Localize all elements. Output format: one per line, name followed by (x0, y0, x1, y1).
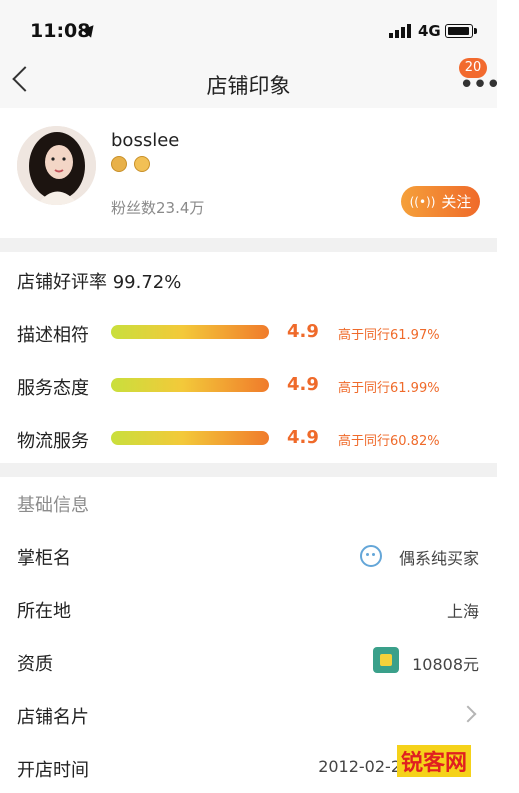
section-divider (0, 463, 497, 477)
battery-tip (474, 28, 477, 34)
watermark-logo: 锐客网 (397, 745, 472, 777)
shop-card-label[interactable]: 店铺名片 (17, 703, 89, 729)
owner-value[interactable]: 偶系纯买家 (399, 545, 479, 569)
rating-score: 4.9 (287, 321, 319, 342)
deposit-bag-icon (373, 647, 399, 673)
owner-label: 掌柜名 (17, 548, 71, 569)
rating-label: 描述相符 (17, 325, 89, 346)
crown-icon (134, 156, 150, 172)
page-edge (497, 0, 519, 793)
more-dots-icon[interactable]: ••• (459, 72, 497, 98)
chevron-right-icon[interactable] (459, 705, 477, 723)
owner-chat-icon[interactable] (360, 545, 382, 567)
nav-bar: 店铺印象 ••• 20 (0, 58, 497, 108)
open-time-value: 2012-02-2 (318, 757, 401, 776)
signal-icon (389, 24, 411, 38)
rating-bar (111, 431, 269, 445)
status-time: 11:08 (30, 20, 91, 42)
battery-icon (445, 24, 473, 38)
qualification-value[interactable]: 10808元 (412, 651, 479, 675)
avatar[interactable] (17, 126, 96, 205)
award-medal-icon (111, 156, 127, 172)
username: bosslee (111, 130, 180, 151)
medal-list (111, 156, 150, 172)
rating-bar (111, 325, 269, 339)
rating-label: 服务态度 (17, 378, 89, 399)
broadcast-icon: ((•)) (409, 194, 436, 209)
location-label: 所在地 (17, 601, 71, 622)
status-bar: 11:08 4G (0, 0, 497, 58)
open-time-label: 开店时间 (17, 760, 89, 781)
follow-label: 关注 (441, 193, 472, 211)
good-rate: 店铺好评率 99.72% (17, 272, 182, 293)
network-type: 4G (418, 22, 441, 40)
rating-bar (111, 378, 269, 392)
rating-score: 4.9 (287, 374, 319, 395)
rating-compare: 高于同行61.97% (338, 328, 440, 343)
rating-compare: 高于同行60.82% (338, 434, 440, 449)
page-title: 店铺印象 (206, 74, 291, 98)
shop-impression-screen: 11:08 4G 店铺印象 ••• 20 bosslee 粉丝数23.4万 ((… (0, 0, 497, 793)
rating-compare: 高于同行61.99% (338, 381, 440, 396)
fans-count: 粉丝数23.4万 (111, 199, 205, 217)
basic-info-title: 基础信息 (17, 495, 89, 516)
rating-label: 物流服务 (17, 431, 89, 452)
notification-badge: 20 (459, 58, 487, 78)
section-divider (0, 238, 497, 252)
qualification-label: 资质 (17, 654, 53, 675)
follow-button[interactable]: ((•)) 关注 (401, 186, 480, 217)
location-value: 上海 (446, 602, 479, 621)
rating-score: 4.9 (287, 427, 319, 448)
